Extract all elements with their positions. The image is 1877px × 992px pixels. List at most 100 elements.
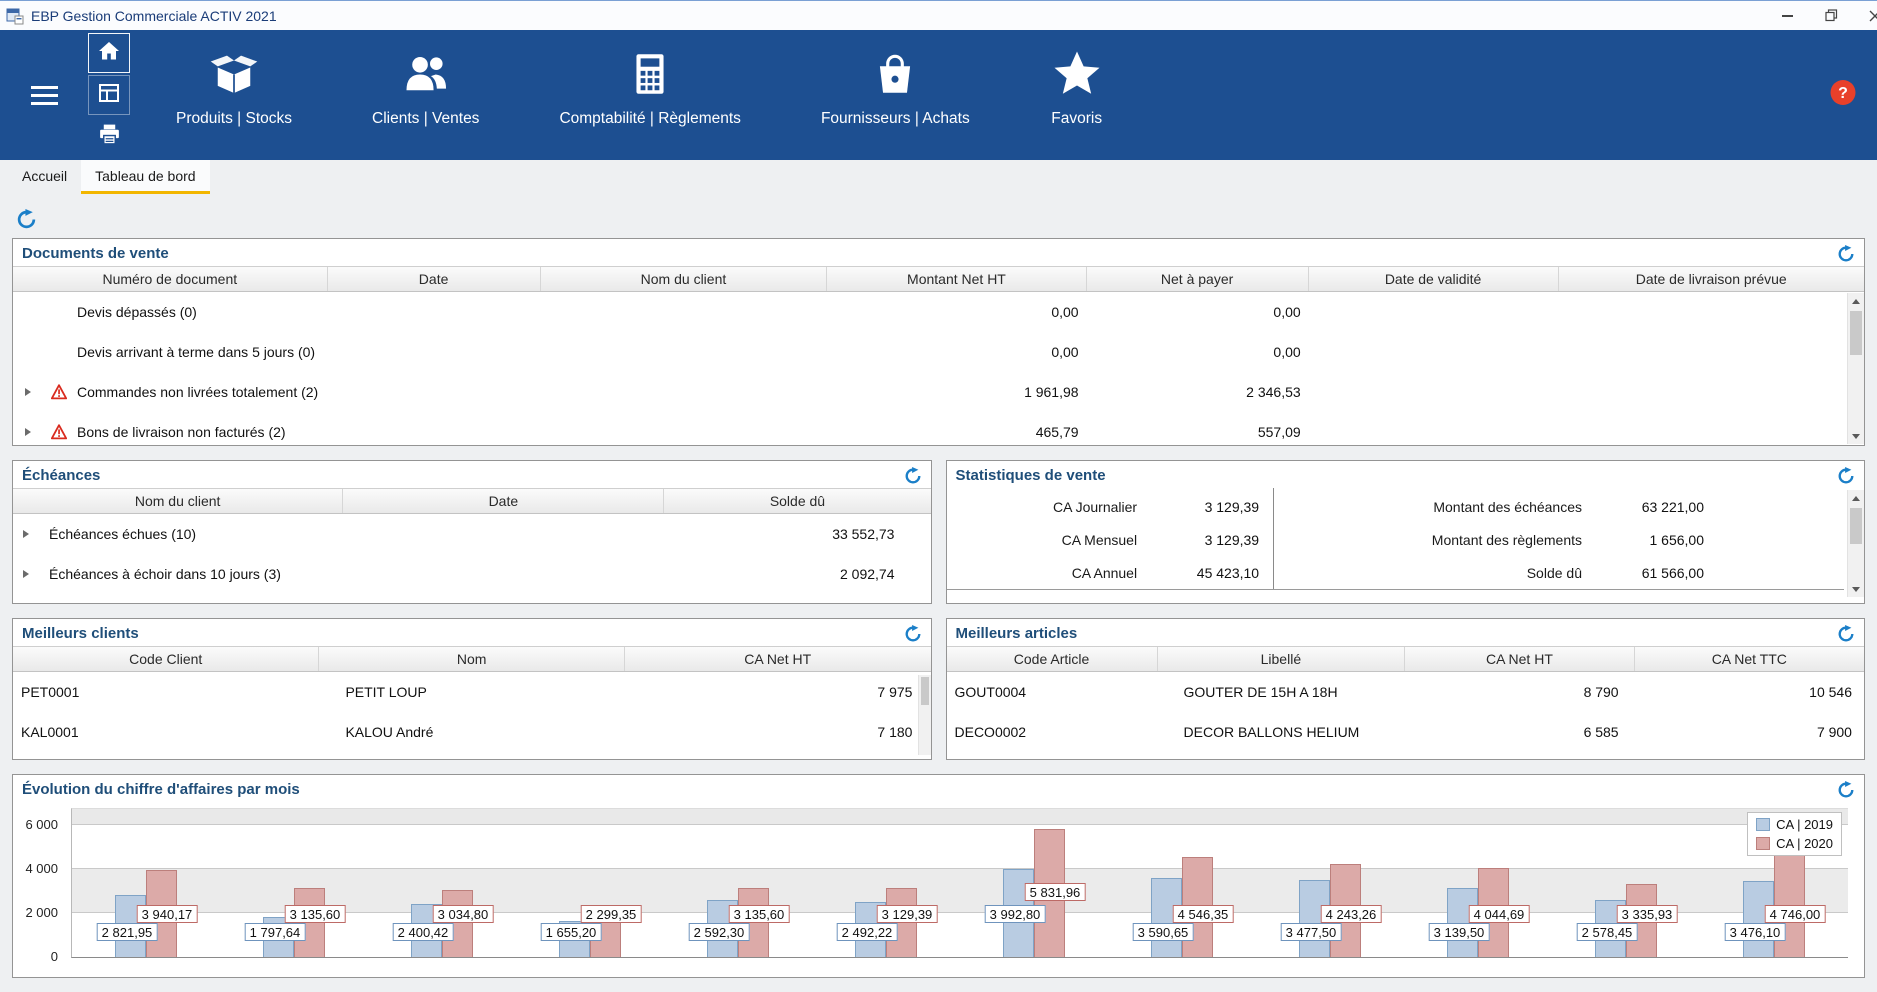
nav-item-produits-stocks[interactable]: Produits | Stocks (136, 30, 332, 160)
bar-group: 1 655,202 299,35 (516, 809, 664, 957)
refresh-statistiques-button[interactable] (1837, 467, 1855, 485)
table-row[interactable]: Devis dépassés (0) 0,00 0,00 (13, 292, 1864, 332)
app-icon (6, 7, 24, 25)
refresh-articles-button[interactable] (1837, 625, 1855, 643)
bar-value-2019: 2 578,45 (1577, 923, 1638, 941)
column-header: Net à payer (1087, 267, 1309, 291)
expand-arrow-icon[interactable] (23, 570, 49, 578)
bar-value-2019: 3 477,50 (1281, 923, 1342, 941)
clients-table-header: Code Client Nom CA Net HT (13, 646, 931, 672)
close-button[interactable] (1853, 1, 1877, 30)
home-button[interactable] (88, 33, 130, 73)
table-row[interactable]: Commandes non livrées totalement (2) 1 9… (13, 372, 1864, 412)
ca-net-ht: 6 585 (1405, 724, 1634, 740)
restore-button[interactable] (1809, 1, 1853, 30)
column-header: Date (343, 489, 664, 513)
scrollbar-thumb[interactable] (1850, 508, 1862, 544)
bar-group: 2 400,423 034,80 (368, 809, 516, 957)
warning-icon (51, 424, 77, 440)
bar-group: 2 592,303 135,60 (664, 809, 812, 957)
stat-label: Solde dû (1274, 565, 1582, 581)
scroll-down-icon[interactable] (1848, 581, 1864, 597)
nav-item-label: Favoris (1051, 110, 1102, 128)
code-client: PET0001 (13, 684, 319, 700)
legend-entry: CA | 2020 (1756, 836, 1833, 851)
stat-row: CA Mensuel 3 129,39 (947, 523, 1274, 556)
nav-item-comptabilite-reglements[interactable]: Comptabilité | Règlements (519, 30, 781, 160)
tab-tableau-de-bord[interactable]: Tableau de bord (81, 160, 209, 194)
bar-value-2019: 2 821,95 (97, 923, 158, 941)
column-header: Date (328, 267, 541, 291)
bar-value-2019: 3 139,50 (1429, 923, 1490, 941)
scrollbar-thumb[interactable] (921, 677, 929, 705)
print-button[interactable] (88, 117, 130, 157)
scroll-down-icon[interactable] (1848, 428, 1864, 444)
refresh-documents-button[interactable] (1837, 245, 1855, 263)
refresh-chart-button[interactable] (1837, 781, 1855, 799)
libelle: DECOR BALLONS HELIUM (1158, 724, 1406, 740)
scrollbar-thumb[interactable] (1850, 311, 1862, 355)
table-row[interactable]: DECO0002 DECOR BALLONS HELIUM 6 585 7 90… (947, 712, 1865, 752)
nav-item-label: Comptabilité | Règlements (559, 110, 741, 128)
nom-client: PETIT LOUP (319, 684, 625, 700)
table-row[interactable]: Échéances à échoir dans 10 jours (3) 2 0… (13, 554, 931, 594)
documents-scrollbar[interactable] (1847, 293, 1864, 444)
nav-item-fournisseurs-achats[interactable]: Fournisseurs | Achats (781, 30, 1010, 160)
help-button[interactable]: ? (1829, 79, 1857, 112)
bar-value-2020: 3 034,80 (433, 905, 494, 923)
column-header: CA Net HT (1405, 647, 1634, 671)
bar-group: 1 797,643 135,60 (220, 809, 368, 957)
bar-value-2020: 3 129,39 (877, 905, 938, 923)
expand-arrow-icon[interactable] (25, 428, 51, 436)
clients-scrollbar[interactable] (918, 675, 931, 755)
bar-value-2020: 3 335,93 (1617, 905, 1678, 923)
table-row[interactable]: Devis arrivant à terme dans 5 jours (0) … (13, 332, 1864, 372)
net-a-payer: 2 346,53 (1087, 384, 1309, 400)
window-title: EBP Gestion Commerciale ACTIV 2021 (31, 8, 277, 24)
table-row[interactable]: GOUT0004 GOUTER DE 15H A 18H 8 790 10 54… (947, 672, 1865, 712)
y-axis: 0 2 000 4 000 6 000 (18, 809, 64, 957)
articles-table-header: Code Article Libellé CA Net HT CA Net TT… (947, 646, 1865, 672)
bar-value-2020: 2 299,35 (581, 905, 642, 923)
hamburger-icon (31, 86, 58, 105)
ca-net-ttc: 10 546 (1635, 684, 1864, 700)
row-label: Devis dépassés (0) (77, 304, 197, 320)
bar-group: 3 992,805 831,96 (960, 809, 1108, 957)
bar-group: 2 578,453 335,93 (1552, 809, 1700, 957)
tab-accueil[interactable]: Accueil (8, 160, 81, 194)
stats-scrollbar[interactable] (1847, 490, 1864, 597)
row-label: Échéances échues (10) (49, 526, 196, 542)
refresh-echeances-button[interactable] (904, 467, 922, 485)
table-row[interactable]: KAL0001 KALOU André 7 180 (13, 712, 931, 752)
bar-value-2019: 2 592,30 (689, 923, 750, 941)
montant-net-ht: 465,79 (827, 424, 1086, 440)
bar-value-2020: 3 135,60 (729, 905, 790, 923)
menu-button[interactable] (0, 30, 88, 160)
legend-label: CA | 2019 (1776, 817, 1833, 832)
nav-item-clients-ventes[interactable]: Clients | Ventes (332, 30, 519, 160)
row-label: Bons de livraison non facturés (2) (77, 424, 286, 440)
expand-arrow-icon[interactable] (25, 388, 51, 396)
table-row[interactable]: Échéances échues (10) 33 552,73 (13, 514, 931, 554)
montant-net-ht: 1 961,98 (827, 384, 1086, 400)
panel-statistiques-de-vente: Statistiques de vente CA Journalier 3 12… (946, 460, 1866, 604)
stat-value: 3 129,39 (1137, 532, 1273, 548)
y-tick-label: 6 000 (12, 818, 58, 832)
refresh-clients-button[interactable] (904, 625, 922, 643)
dashboard-grid-button[interactable] (88, 75, 130, 115)
table-row[interactable]: Bons de livraison non facturés (2) 465,7… (13, 412, 1864, 446)
expand-arrow-icon[interactable] (23, 530, 49, 538)
bar-value-2019: 1 655,20 (541, 923, 602, 941)
nav-item-favoris[interactable]: Favoris (1010, 30, 1144, 160)
scroll-up-icon[interactable] (1848, 293, 1864, 309)
tabstrip: Accueil Tableau de bord (0, 160, 1877, 194)
bar-value-2019: 2 400,42 (393, 923, 454, 941)
svg-text:?: ? (1838, 85, 1848, 102)
table-row[interactable]: PET0001 PETIT LOUP 7 975 (13, 672, 931, 712)
stat-value: 3 129,39 (1137, 499, 1273, 515)
refresh-all-button[interactable] (16, 209, 37, 230)
minimize-button[interactable] (1765, 1, 1809, 30)
scroll-up-icon[interactable] (1848, 490, 1864, 506)
stat-row: CA Journalier 3 129,39 (947, 490, 1274, 523)
row-label: Devis arrivant à terme dans 5 jours (0) (77, 344, 315, 360)
